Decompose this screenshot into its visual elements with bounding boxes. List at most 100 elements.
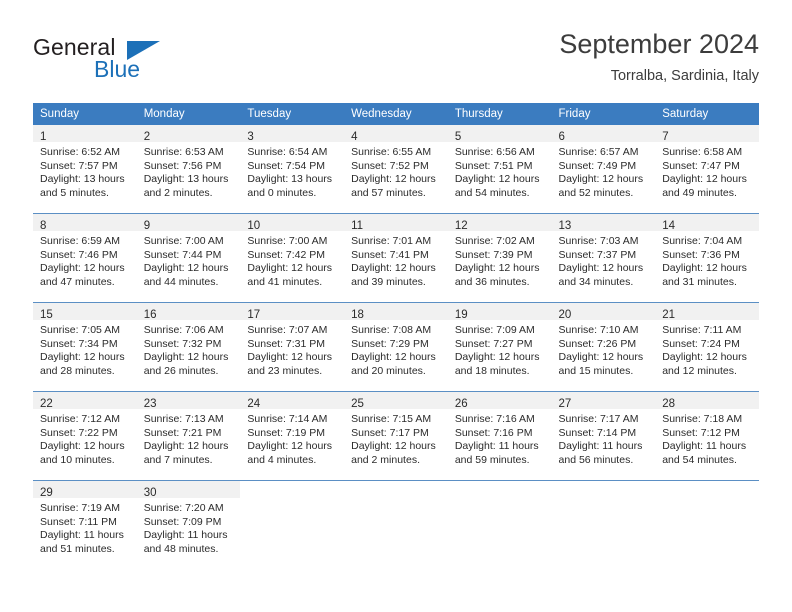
calendar-day-cell[interactable]: 20 Sunrise: 7:10 AM Sunset: 7:26 PM Dayligh… (551, 302, 656, 392)
daylight-text-line2: and 54 minutes. (454, 186, 530, 199)
daylight-text-line2: and 7 minutes. (143, 453, 213, 466)
sunrise-text: Sunrise: 7:04 AM (662, 235, 743, 247)
day-number: 3 (247, 131, 254, 143)
day-number-band (655, 481, 759, 498)
calendar-day-cell[interactable]: 10 Sunrise: 7:00 AM Sunset: 7:42 PM Dayligh… (240, 213, 345, 303)
calendar-day-cell[interactable]: 1 Sunrise: 6:52 AM Sunset: 7:57 PM Daylight… (33, 125, 137, 214)
calendar-day-cell[interactable]: 13 Sunrise: 7:03 AM Sunset: 7:37 PM Dayligh… (551, 213, 656, 303)
daylight-text-line1: Daylight: 11 hours (40, 529, 124, 542)
calendar-header-row: Sunday Monday Tuesday Wednesday Thursday… (33, 103, 759, 125)
sunrise-text: Sunrise: 7:11 AM (662, 324, 742, 336)
calendar-day-cell[interactable]: 6 Sunrise: 6:57 AM Sunset: 7:49 PM Daylight… (551, 125, 656, 214)
calendar-day-cell[interactable]: 25 Sunrise: 7:15 AM Sunset: 7:17 PM Dayligh… (344, 391, 448, 481)
calendar-day-cell[interactable]: 7 Sunrise: 6:58 AM Sunset: 7:47 PM Daylight… (655, 125, 759, 214)
day-number-band: 4 (344, 125, 448, 143)
sunset-text: Sunset: 7:27 PM (454, 337, 533, 350)
day-number-band: 27 (551, 392, 656, 410)
page-header: General Blue September 2024 Torralba, Sa… (0, 0, 792, 96)
calendar-day-cell[interactable]: 12 Sunrise: 7:02 AM Sunset: 7:39 PM Dayligh… (447, 213, 552, 303)
day-cell-body: Sunrise: 6:54 AM Sunset: 7:54 PM Daylight:… (240, 142, 344, 200)
calendar-day-cell[interactable]: 2 Sunrise: 6:53 AM Sunset: 7:56 PM Daylight… (136, 125, 241, 214)
day-cell-body (552, 498, 656, 502)
calendar-page: General Blue September 2024 Torralba, Sa… (0, 0, 792, 612)
calendar-week-row: 8 Sunrise: 6:59 AM Sunset: 7:46 PM Daylight… (33, 213, 759, 303)
day-number: 24 (247, 398, 261, 410)
daylight-text-line2: and 15 minutes. (558, 364, 634, 377)
calendar-day-cell[interactable]: 14 Sunrise: 7:04 AM Sunset: 7:36 PM Dayligh… (655, 213, 759, 303)
calendar-day-cell[interactable]: 9 Sunrise: 7:00 AM Sunset: 7:44 PM Daylight… (136, 213, 241, 303)
daylight-text-line1: Daylight: 12 hours (454, 173, 540, 186)
sunrise-text: Sunrise: 7:10 AM (558, 324, 639, 336)
calendar-day-cell-empty (655, 480, 759, 569)
sunrise-text: Sunrise: 6:55 AM (351, 146, 432, 158)
calendar-day-cell[interactable]: 4 Sunrise: 6:55 AM Sunset: 7:52 PM Daylight… (344, 125, 448, 214)
sunrise-text: Sunrise: 7:15 AM (351, 413, 432, 425)
sunset-text: Sunset: 7:37 PM (558, 248, 637, 261)
sunrise-text: Sunrise: 7:00 AM (247, 235, 328, 247)
calendar-day-cell[interactable]: 11 Sunrise: 7:01 AM Sunset: 7:41 PM Dayligh… (344, 213, 448, 303)
sunset-text: Sunset: 7:54 PM (247, 159, 326, 172)
sunset-text: Sunset: 7:44 PM (143, 248, 222, 261)
calendar-day-cell[interactable]: 29 Sunrise: 7:19 AM Sunset: 7:11 PM Dayligh… (33, 480, 137, 569)
day-cell-body: Sunrise: 6:56 AM Sunset: 7:51 PM Daylight:… (448, 142, 552, 200)
day-number-band: 29 (33, 481, 137, 499)
calendar-day-cell[interactable]: 15 Sunrise: 7:05 AM Sunset: 7:34 PM Dayligh… (33, 302, 137, 392)
day-number-band: 17 (240, 303, 345, 321)
day-cell-body: Sunrise: 7:08 AM Sunset: 7:29 PM Daylight:… (344, 320, 448, 378)
calendar-day-cell[interactable]: 22 Sunrise: 7:12 AM Sunset: 7:22 PM Dayligh… (33, 391, 137, 481)
daylight-text-line1: Daylight: 12 hours (662, 173, 747, 186)
day-cell-body: Sunrise: 7:14 AM Sunset: 7:19 PM Daylight:… (240, 409, 344, 467)
day-number: 14 (662, 220, 676, 232)
daylight-text-line1: Daylight: 12 hours (351, 440, 436, 453)
calendar-day-cell[interactable]: 18 Sunrise: 7:08 AM Sunset: 7:29 PM Dayligh… (344, 302, 448, 392)
daylight-text-line1: Daylight: 12 hours (40, 262, 125, 275)
calendar-day-cell[interactable]: 30 Sunrise: 7:20 AM Sunset: 7:09 PM Dayligh… (136, 480, 241, 569)
day-cell-body: Sunrise: 7:17 AM Sunset: 7:14 PM Daylight:… (552, 409, 656, 467)
calendar-day-cell-empty (551, 480, 656, 569)
title-block: September 2024 Torralba, Sardinia, Italy (559, 28, 759, 86)
daylight-text-line2: and 10 minutes. (40, 453, 115, 466)
daylight-text-line1: Daylight: 12 hours (247, 351, 333, 364)
day-cell-body: Sunrise: 7:09 AM Sunset: 7:27 PM Daylight:… (448, 320, 552, 378)
day-number: 26 (454, 398, 468, 410)
day-number-band (551, 481, 656, 498)
calendar-week-row: 29 Sunrise: 7:19 AM Sunset: 7:11 PM Dayligh… (33, 480, 759, 569)
calendar-day-cell[interactable]: 21 Sunrise: 7:11 AM Sunset: 7:24 PM Dayligh… (655, 302, 759, 392)
day-cell-body: Sunrise: 7:00 AM Sunset: 7:44 PM Daylight:… (137, 231, 241, 289)
calendar-day-cell[interactable]: 8 Sunrise: 6:59 AM Sunset: 7:46 PM Daylight… (33, 213, 137, 303)
calendar-day-cell[interactable]: 23 Sunrise: 7:13 AM Sunset: 7:21 PM Dayligh… (136, 391, 241, 481)
sunset-text: Sunset: 7:39 PM (454, 248, 533, 261)
sunrise-text: Sunrise: 7:12 AM (40, 413, 120, 425)
day-number-band: 6 (551, 125, 656, 143)
day-number-band: 15 (33, 303, 137, 321)
calendar-body: 1 Sunrise: 6:52 AM Sunset: 7:57 PM Daylight… (33, 125, 759, 569)
calendar-day-cell[interactable]: 27 Sunrise: 7:17 AM Sunset: 7:14 PM Dayligh… (551, 391, 656, 481)
calendar-day-cell[interactable]: 16 Sunrise: 7:06 AM Sunset: 7:32 PM Dayligh… (136, 302, 241, 392)
calendar-day-cell[interactable]: 17 Sunrise: 7:07 AM Sunset: 7:31 PM Dayligh… (240, 302, 345, 392)
daylight-text-line1: Daylight: 12 hours (247, 440, 333, 453)
calendar-day-cell[interactable]: 24 Sunrise: 7:14 AM Sunset: 7:19 PM Dayligh… (240, 391, 345, 481)
sunset-text: Sunset: 7:56 PM (143, 159, 222, 172)
day-cell-body: Sunrise: 7:13 AM Sunset: 7:21 PM Daylight:… (137, 409, 241, 467)
calendar-day-cell[interactable]: 28 Sunrise: 7:18 AM Sunset: 7:12 PM Dayligh… (655, 391, 759, 481)
day-cell-body: Sunrise: 7:19 AM Sunset: 7:11 PM Daylight:… (33, 498, 137, 556)
day-cell-body: Sunrise: 7:11 AM Sunset: 7:24 PM Daylight:… (655, 320, 759, 378)
calendar-day-cell[interactable]: 26 Sunrise: 7:16 AM Sunset: 7:16 PM Dayligh… (447, 391, 552, 481)
day-cell-body (240, 498, 344, 502)
day-number: 4 (351, 131, 358, 143)
calendar-day-cell[interactable]: 5 Sunrise: 6:56 AM Sunset: 7:51 PM Daylight… (447, 125, 552, 214)
sunset-text: Sunset: 7:26 PM (558, 337, 637, 350)
sunset-text: Sunset: 7:22 PM (40, 426, 118, 439)
weekday-header-sunday: Sunday (33, 103, 137, 125)
sunrise-text: Sunrise: 7:20 AM (143, 502, 224, 514)
calendar-day-cell[interactable]: 19 Sunrise: 7:09 AM Sunset: 7:27 PM Dayligh… (447, 302, 552, 392)
calendar-day-cell[interactable]: 3 Sunrise: 6:54 AM Sunset: 7:54 PM Daylight… (240, 125, 345, 214)
day-number: 29 (40, 487, 53, 499)
day-cell-body: Sunrise: 6:55 AM Sunset: 7:52 PM Daylight:… (344, 142, 448, 200)
day-cell-body: Sunrise: 7:06 AM Sunset: 7:32 PM Daylight:… (137, 320, 241, 378)
day-number-band: 9 (136, 214, 241, 232)
day-number-band: 19 (447, 303, 552, 321)
daylight-text-line2: and 54 minutes. (662, 453, 737, 466)
day-number-band (344, 481, 448, 498)
general-blue-logo[interactable]: General Blue (33, 34, 233, 86)
